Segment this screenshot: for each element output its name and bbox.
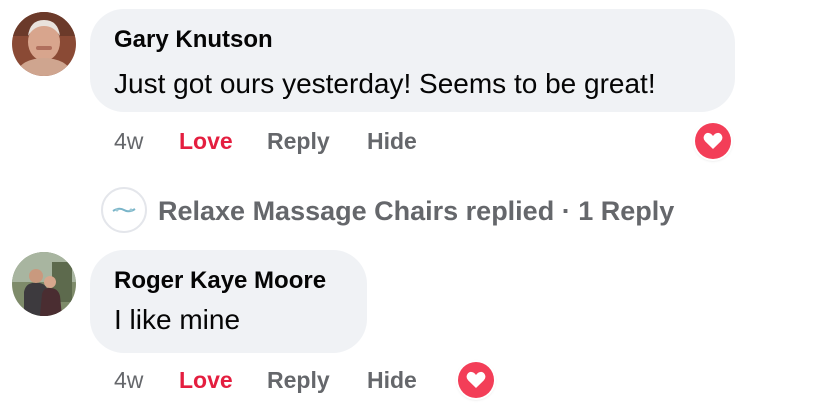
relaxe-page-avatar[interactable] — [101, 187, 147, 233]
heart-reaction-icon[interactable] — [458, 362, 494, 398]
comment-timestamp[interactable]: 4w — [114, 128, 143, 154]
heart-reaction-icon[interactable] — [695, 123, 731, 159]
replies-count: 1 Reply — [578, 196, 675, 226]
comment-text: Just got ours yesterday! Seems to be gre… — [114, 68, 656, 99]
hide-button[interactable]: Hide — [367, 127, 417, 155]
view-replies-link[interactable]: Relaxe Massage Chairs replied · 1 Reply — [158, 195, 674, 227]
avatar-roger-kaye-moore[interactable] — [12, 252, 76, 316]
reply-button[interactable]: Reply — [267, 127, 330, 155]
comment-timestamp[interactable]: 4w — [114, 367, 143, 393]
love-button[interactable]: Love — [179, 127, 233, 155]
reply-button[interactable]: Reply — [267, 366, 330, 394]
comment-actions: 4w — [114, 127, 143, 155]
comment-author[interactable]: Roger Kaye Moore — [114, 267, 326, 295]
replies-separator: · — [561, 196, 571, 226]
comment-actions: 4w — [114, 366, 143, 394]
comment-text: I like mine — [114, 304, 241, 335]
hide-button[interactable]: Hide — [367, 366, 417, 394]
comment-bubble: Roger Kaye Moore I like mine — [90, 250, 367, 353]
avatar-gary-knutson[interactable] — [12, 12, 76, 76]
comment-author[interactable]: Gary Knutson — [114, 26, 273, 54]
love-button[interactable]: Love — [179, 366, 233, 394]
comment-bubble: Gary Knutson Just got ours yesterday! Se… — [90, 9, 735, 112]
replies-page-name: Relaxe Massage Chairs replied — [158, 196, 555, 226]
